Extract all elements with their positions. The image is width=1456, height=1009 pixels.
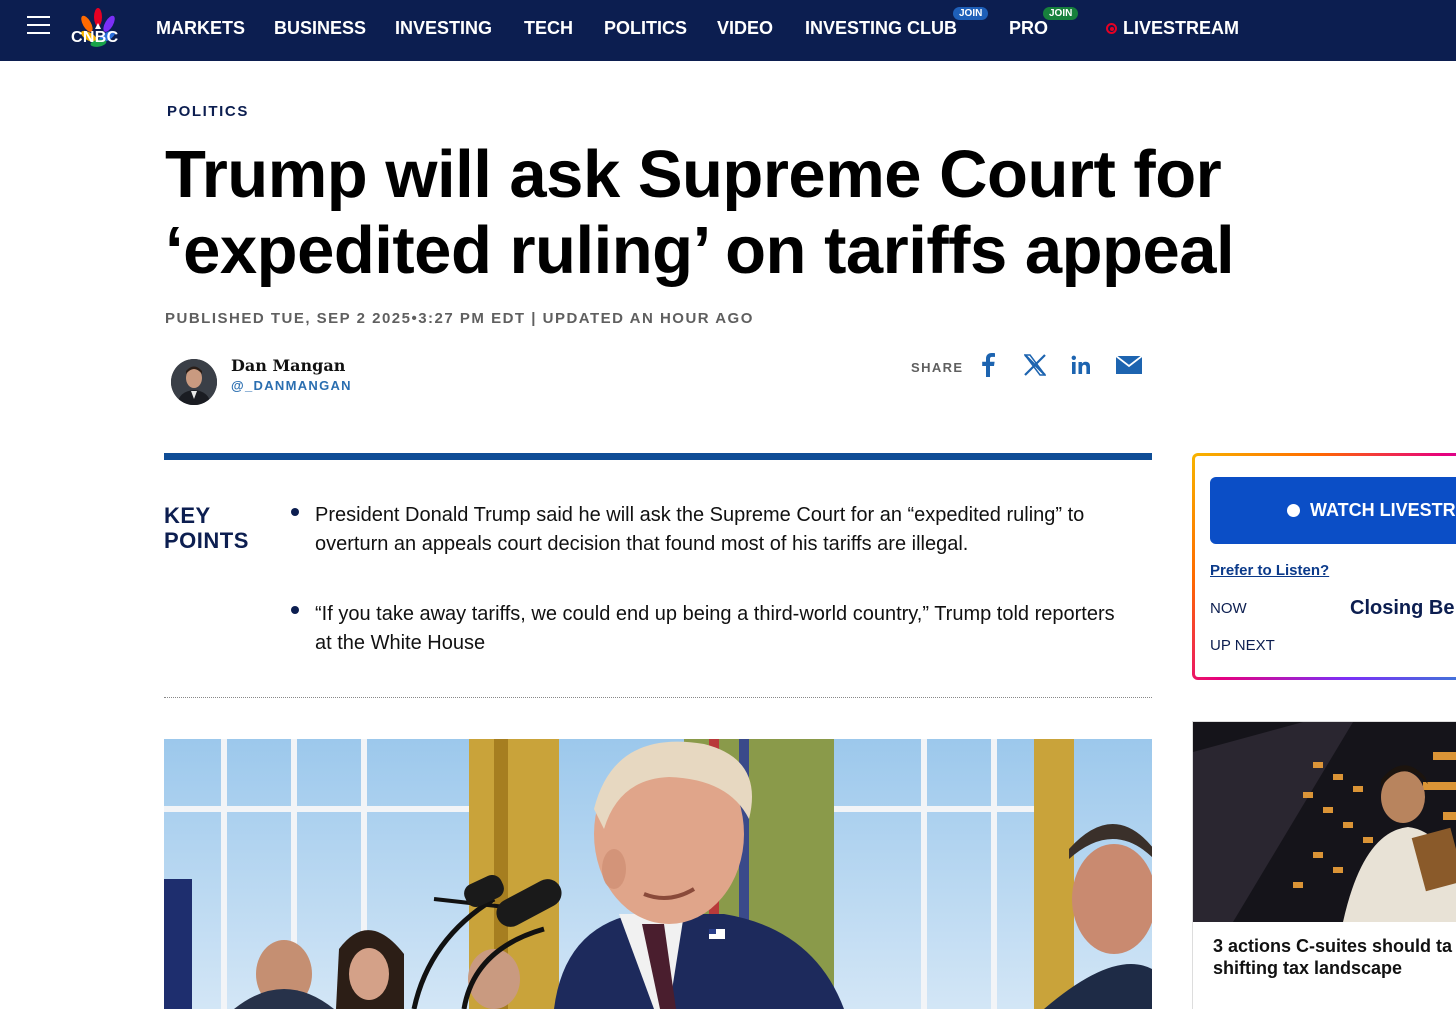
published-timestamp: PUBLISHED TUE, SEP 2 2025•3:27 PM EDT | … [165,310,754,327]
key-point-1: President Donald Trump said he will ask … [315,504,1085,555]
author-handle[interactable]: @_DANMANGAN [231,378,352,393]
live-dot-icon [1287,504,1300,517]
nav-business[interactable]: BUSINESS [274,18,366,39]
headline-line-1: Trump will ask Supreme Court for [165,137,1222,212]
promo-title[interactable]: 3 actions C-suites should ta shifting ta… [1213,935,1456,979]
key-points-rule [164,453,1152,460]
key-point-2: “If you take away tariffs, we could end … [315,603,1115,654]
up-next-label: UP NEXT [1210,637,1275,654]
facebook-icon[interactable] [975,352,1001,378]
pro-join-badge[interactable]: JOIN [1043,7,1079,20]
section-label[interactable]: POLITICS [167,103,249,120]
promo-image[interactable] [1193,722,1456,922]
top-navigation: CNBC MARKETS BUSINESS INVESTING TECH POL… [0,0,1456,61]
key-points-title-line-1: KEY [164,503,211,528]
now-show-title[interactable]: Closing Be [1350,597,1454,620]
key-points-title-line-2: POINTS [164,528,249,553]
promo-title-line-1[interactable]: 3 actions C-suites should ta [1213,935,1456,957]
bullet-icon [291,508,299,516]
email-icon[interactable] [1115,352,1143,378]
bullet-icon [291,606,299,614]
nav-politics[interactable]: POLITICS [604,18,687,39]
article-headline: Trump will ask Supreme Court for ‘expedi… [165,137,1365,289]
headline-line-2: ‘expedited ruling’ on tariffs appeal [165,213,1235,288]
watch-livestream-label[interactable]: WATCH LIVESTR [1310,500,1456,521]
x-icon[interactable] [1022,352,1048,378]
cnbc-wordmark[interactable]: CNBC [71,29,118,47]
key-points-title: KEY POINTS [164,503,249,553]
nav-investing-club[interactable]: INVESTING CLUB [805,18,957,39]
now-label: NOW [1210,600,1247,617]
nav-livestream[interactable]: LIVESTREAM [1123,18,1239,39]
investing-club-join-badge[interactable]: JOIN [953,7,989,20]
promo-title-line-2[interactable]: shifting tax landscape [1213,957,1456,979]
article-hero-photo[interactable] [164,739,1152,1009]
live-indicator-icon [1106,23,1117,34]
menu-icon[interactable] [27,16,50,34]
nav-pro[interactable]: PRO [1009,18,1048,39]
nav-tech[interactable]: TECH [524,18,573,39]
nav-investing[interactable]: INVESTING [395,18,492,39]
prefer-to-listen-link[interactable]: Prefer to Listen? [1210,562,1329,579]
author-avatar[interactable] [171,359,217,405]
author-name[interactable]: Dan Mangan [231,356,345,375]
key-points-divider [164,697,1152,698]
nav-video[interactable]: VIDEO [717,18,773,39]
share-label: SHARE [911,360,964,375]
linkedin-icon[interactable] [1068,352,1094,378]
nav-markets[interactable]: MARKETS [156,18,245,39]
